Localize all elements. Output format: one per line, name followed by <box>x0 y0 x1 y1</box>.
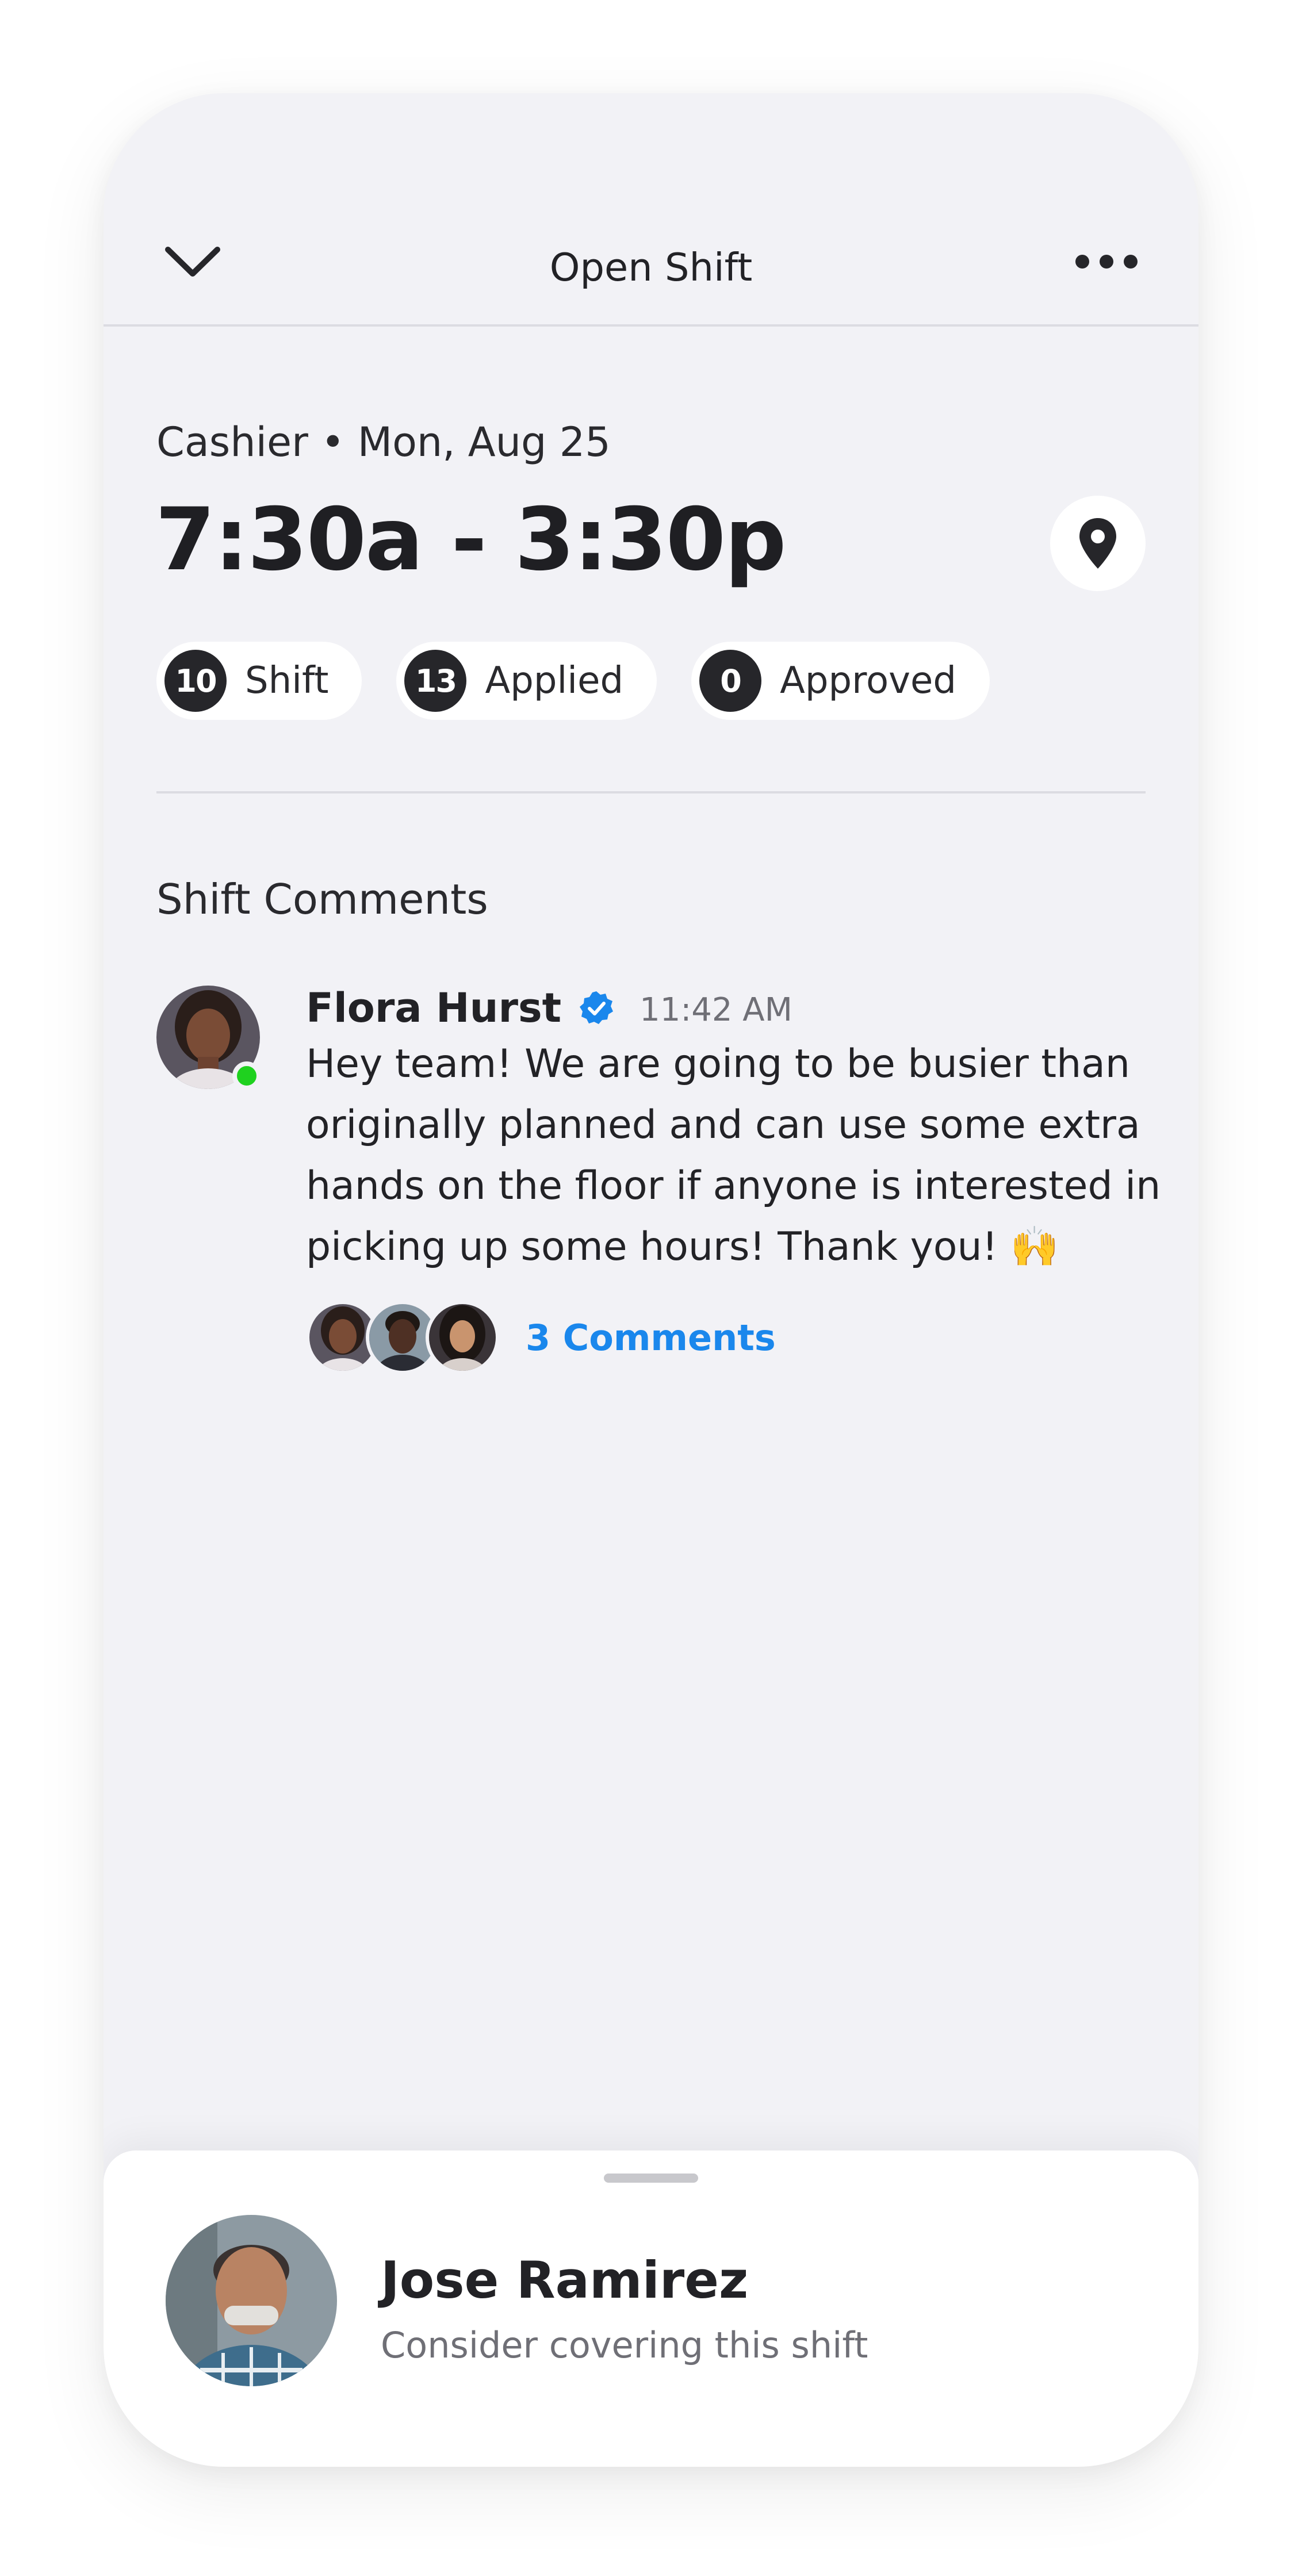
comment-header: Flora Hurst 11:42 AM <box>306 984 792 1032</box>
nav-header: Open Shift <box>104 93 1198 327</box>
online-status-indicator <box>232 1061 261 1090</box>
bottom-sheet[interactable]: Jose Ramirez Consider covering this shif… <box>104 2150 1198 2467</box>
suggested-user-subtitle: Consider covering this shift <box>381 2324 868 2366</box>
stat-count: 0 <box>699 650 762 712</box>
stat-count: 13 <box>404 650 467 712</box>
avatar[interactable] <box>156 986 261 1090</box>
more-horizontal-icon[interactable] <box>1072 241 1141 282</box>
stat-chip-applied[interactable]: 13 Applied <box>396 642 657 720</box>
verified-badge-icon <box>580 991 614 1024</box>
avatar <box>426 1301 499 1374</box>
comment-timestamp: 11:42 AM <box>639 991 792 1029</box>
section-divider <box>156 791 1146 793</box>
stat-chip-approved[interactable]: 0 Approved <box>691 642 990 720</box>
comments-count-link[interactable]: 3 Comments <box>526 1317 776 1359</box>
section-title: Shift Comments <box>156 875 488 923</box>
stat-label: Approved <box>780 660 957 702</box>
shift-stats: 10 Shift 13 Applied 0 Approved <box>156 642 990 720</box>
stat-label: Shift <box>245 660 329 702</box>
stat-chip-shift[interactable]: 10 Shift <box>156 642 362 720</box>
sheet-grabber-handle[interactable] <box>604 2174 698 2183</box>
page-title: Open Shift <box>549 245 753 290</box>
comment-author[interactable]: Flora Hurst <box>306 984 561 1032</box>
shift-subtitle: Cashier • Mon, Aug 25 <box>156 419 611 466</box>
comment-text: Hey team! We are going to be busier than… <box>306 1041 1161 1270</box>
stat-count: 10 <box>164 650 227 712</box>
shift-time: 7:30a - 3:30p <box>155 490 786 590</box>
map-pin-icon <box>1079 518 1116 569</box>
stat-label: Applied <box>485 660 624 702</box>
location-button[interactable] <box>1050 496 1146 591</box>
avatar[interactable] <box>166 2215 337 2386</box>
suggested-user-name: Jose Ramirez <box>381 2251 749 2310</box>
phone-screen: Open Shift Cashier • Mon, Aug 25 7:30a -… <box>104 93 1198 2467</box>
comment-replies[interactable]: 3 Comments <box>306 1301 776 1374</box>
